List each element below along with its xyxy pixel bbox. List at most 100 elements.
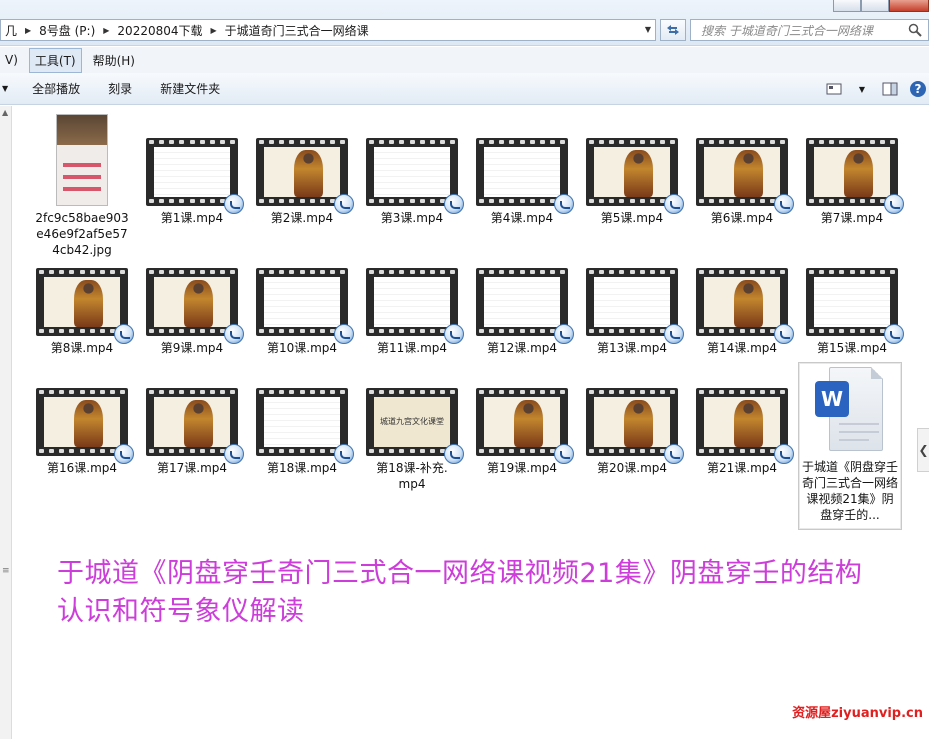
media-player-icon: [774, 194, 794, 214]
film-hole: [409, 390, 415, 394]
film-hole: [199, 390, 205, 394]
film-hole: [719, 390, 725, 394]
file-item-video[interactable]: 第16课.mp4: [28, 388, 136, 476]
film-hole: [759, 329, 765, 333]
video-frame: [154, 277, 230, 327]
scroll-grip-icon[interactable]: ≡: [2, 566, 10, 576]
file-item-video[interactable]: 第6课.mp4: [688, 138, 796, 226]
film-hole: [279, 270, 285, 274]
breadcrumb-separator-icon[interactable]: ▶: [21, 26, 35, 35]
film-hole: [719, 329, 725, 333]
film-hole: [499, 329, 505, 333]
file-item-video[interactable]: 第10课.mp4: [248, 268, 356, 356]
breadcrumb[interactable]: 几 ▶ 8号盘 (P:) ▶ 20220804下载 ▶ 于城道奇门三式合一网络课…: [0, 19, 656, 41]
video-frame: [704, 277, 780, 327]
film-hole: [89, 329, 95, 333]
film-hole: [659, 270, 665, 274]
file-item-video[interactable]: 城道九宫文化课堂 第18课-补充.mp4: [358, 388, 466, 492]
file-item-video[interactable]: 第15课.mp4: [798, 268, 906, 356]
media-player-icon: [884, 324, 904, 344]
left-scrollbar[interactable]: ▲ ≡: [0, 106, 12, 739]
breadcrumb-separator-icon[interactable]: ▶: [99, 26, 113, 35]
maximize-button[interactable]: [861, 0, 889, 12]
video-thumbnail: [586, 268, 684, 344]
file-item-document[interactable]: W 于城道《阴盘穿壬奇门三式合一网络课视频21集》阴盘穿壬的...: [798, 362, 902, 530]
film-hole: [199, 449, 205, 453]
help-button[interactable]: ?: [907, 79, 929, 99]
breadcrumb-item-downloads[interactable]: 20220804下载: [113, 22, 206, 39]
file-item-video[interactable]: 第4课.mp4: [468, 138, 576, 226]
film-hole: [149, 390, 154, 394]
file-item-video[interactable]: 第20课.mp4: [578, 388, 686, 476]
breadcrumb-item-drive[interactable]: 8号盘 (P:): [35, 22, 99, 39]
film-strip: [479, 449, 565, 454]
film-hole: [619, 199, 625, 203]
file-item-image[interactable]: 2fc9c58bae903e46e9f2af5e574cb42.jpg: [28, 114, 136, 258]
film-hole: [59, 329, 65, 333]
film-strip: [149, 390, 235, 395]
file-item-video[interactable]: 第18课.mp4: [248, 388, 356, 476]
film-hole: [589, 390, 594, 394]
film-hole: [639, 199, 645, 203]
menu-item-view[interactable]: V): [0, 50, 23, 70]
search-input[interactable]: 搜索 于城道奇门三式合一网络课: [690, 19, 929, 41]
file-item-video[interactable]: 第1课.mp4: [138, 138, 246, 226]
film-hole: [479, 199, 484, 203]
media-player-icon: [884, 194, 904, 214]
file-item-video[interactable]: 第17课.mp4: [138, 388, 246, 476]
organize-dropdown-icon[interactable]: ▼: [0, 84, 18, 93]
film-hole: [539, 270, 545, 274]
scroll-up-icon[interactable]: ▲: [2, 108, 8, 117]
file-item-video[interactable]: 第3课.mp4: [358, 138, 466, 226]
film-hole: [120, 270, 125, 274]
file-item-video[interactable]: 第12课.mp4: [468, 268, 576, 356]
film-hole: [299, 199, 305, 203]
breadcrumb-separator-icon[interactable]: ▶: [207, 26, 221, 35]
search-icon[interactable]: [908, 23, 922, 37]
breadcrumb-item-current[interactable]: 于城道奇门三式合一网络课: [221, 22, 373, 39]
film-hole: [199, 270, 205, 274]
film-hole: [869, 140, 875, 144]
film-strip: [699, 449, 785, 454]
video-thumbnail: [146, 268, 244, 344]
film-hole: [629, 270, 635, 274]
collapse-pane-button[interactable]: ❮: [917, 428, 929, 472]
refresh-button[interactable]: [660, 19, 686, 41]
minimize-button[interactable]: [833, 0, 861, 12]
file-item-video[interactable]: 第9课.mp4: [138, 268, 246, 356]
file-item-video[interactable]: 第11课.mp4: [358, 268, 466, 356]
film-hole: [209, 140, 215, 144]
file-item-video[interactable]: 第21课.mp4: [688, 388, 796, 476]
film-hole: [749, 199, 755, 203]
figure-image: [294, 150, 324, 197]
film-hole: [809, 199, 814, 203]
preview-pane-button[interactable]: [879, 79, 901, 99]
file-item-video[interactable]: 第14课.mp4: [688, 268, 796, 356]
file-item-video[interactable]: 第7课.mp4: [798, 138, 906, 226]
play-all-button[interactable]: 全部播放: [18, 80, 94, 97]
film-hole: [849, 270, 855, 274]
new-folder-button[interactable]: 新建文件夹: [146, 80, 234, 97]
file-item-video[interactable]: 第8课.mp4: [28, 268, 136, 356]
menu-item-help[interactable]: 帮助(H): [88, 49, 140, 72]
close-button[interactable]: [889, 0, 929, 12]
file-item-video[interactable]: 第2课.mp4: [248, 138, 356, 226]
file-item-video[interactable]: 第5课.mp4: [578, 138, 686, 226]
chevron-down-icon[interactable]: ▼: [645, 25, 651, 34]
file-item-video[interactable]: 第19课.mp4: [468, 388, 576, 476]
media-player-icon: [554, 324, 574, 344]
film-hole: [759, 390, 765, 394]
breadcrumb-item-root[interactable]: 几: [1, 22, 21, 39]
film-hole: [429, 329, 435, 333]
film-hole: [379, 329, 385, 333]
film-hole: [279, 390, 285, 394]
film-hole: [389, 449, 395, 453]
change-view-button[interactable]: [823, 79, 845, 99]
film-hole: [419, 390, 425, 394]
menu-item-tools[interactable]: 工具(T): [28, 47, 82, 73]
file-item-video[interactable]: 第13课.mp4: [578, 268, 686, 356]
burn-button[interactable]: 刻录: [94, 80, 146, 97]
video-thumbnail: [36, 388, 134, 464]
view-dropdown-icon[interactable]: ▼: [851, 79, 873, 99]
film-strip: [259, 390, 345, 395]
